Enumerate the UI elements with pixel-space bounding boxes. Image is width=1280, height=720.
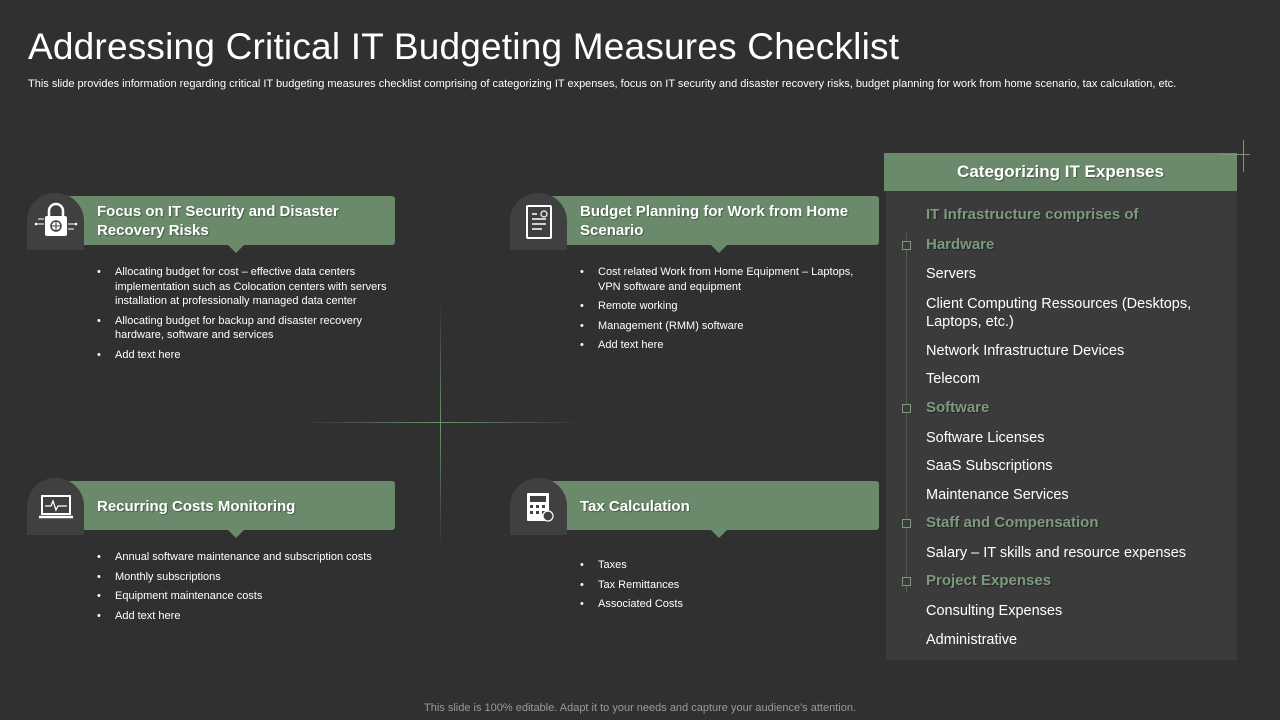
- category-staff: Staff and Compensation: [926, 514, 1099, 531]
- lock-icon: [34, 202, 77, 236]
- list-item: Administrative: [926, 632, 1018, 648]
- list-item: Taxes: [580, 558, 870, 573]
- card-heading: Focus on IT Security and Disaster Recove…: [97, 203, 339, 239]
- list-item: Add text here: [97, 609, 387, 624]
- slide-footer: This slide is 100% editable. Adapt it to…: [424, 702, 856, 714]
- list-item: Cost related Work from Home Equipment – …: [580, 265, 870, 294]
- list-item: Allocating budget for cost – effective d…: [97, 265, 387, 309]
- category-project-expenses: Project Expenses: [926, 572, 1052, 589]
- panel-intro: IT Infrastructure comprises of: [926, 206, 1139, 223]
- list-item: Add text here: [97, 348, 387, 363]
- list-item: Monthly subscriptions: [97, 570, 387, 585]
- list-item: Associated Costs: [580, 597, 870, 612]
- panel-title: Categorizing IT Expenses: [884, 153, 1237, 191]
- list-item: Add text here: [580, 338, 870, 353]
- list-item: Consulting Expenses: [926, 603, 1063, 619]
- list-item: Tax Remittances: [580, 578, 870, 593]
- card-security: Focus on IT Security and Disaster Recove…: [27, 193, 395, 393]
- timeline-dot: [902, 577, 911, 586]
- card-heading: Budget Planning for Work from Home Scena…: [580, 203, 849, 239]
- card-icon-box: [510, 478, 567, 535]
- category-software: Software: [926, 399, 990, 416]
- slide-subtitle: This slide provides information regardin…: [28, 78, 1177, 90]
- list-item: Remote working: [580, 299, 870, 314]
- card-heading: Recurring Costs Monitoring: [97, 497, 296, 515]
- list-item: Servers: [926, 266, 976, 282]
- list-item: Salary – IT skills and resource expenses: [926, 545, 1187, 561]
- list-item: Equipment maintenance costs: [97, 589, 387, 604]
- timeline-dot: [902, 519, 911, 528]
- timeline-dot: [902, 404, 911, 413]
- document-icon: [525, 204, 552, 239]
- laptop-monitor-icon: [38, 494, 73, 518]
- card-bullet-list: Annual software maintenance and subscrip…: [97, 550, 387, 628]
- corner-decoration: [1243, 140, 1244, 172]
- card-tax-calculation: Tax Calculation Taxes Tax Remittances As…: [510, 478, 879, 668]
- calculator-icon: [526, 492, 554, 522]
- card-icon-box: [510, 193, 567, 250]
- list-item: Telecom: [926, 371, 980, 387]
- card-bullet-list: Allocating budget for cost – effective d…: [97, 265, 387, 367]
- card-icon-box: [27, 478, 84, 535]
- card-icon-box: [27, 193, 84, 250]
- list-item: Software Licenses: [926, 430, 1045, 446]
- card-work-from-home: Budget Planning for Work from Home Scena…: [510, 193, 879, 393]
- category-hardware: Hardware: [926, 236, 995, 253]
- timeline-dot: [902, 241, 911, 250]
- list-item: Annual software maintenance and subscrip…: [97, 550, 387, 565]
- card-heading: Tax Calculation: [580, 497, 690, 515]
- list-item: Management (RMM) software: [580, 319, 870, 334]
- list-item: SaaS Subscriptions: [926, 458, 1053, 474]
- center-cross-horizontal: [300, 422, 582, 423]
- card-recurring-costs: Recurring Costs Monitoring Annual softwa…: [27, 478, 395, 668]
- list-item: Network Infrastructure Devices: [926, 343, 1125, 359]
- card-bullet-list: Cost related Work from Home Equipment – …: [580, 265, 870, 358]
- card-bullet-list: Taxes Tax Remittances Associated Costs: [580, 558, 870, 617]
- corner-decoration: [1220, 154, 1250, 155]
- center-cross-vertical: [440, 300, 441, 550]
- list-item: Allocating budget for backup and disaste…: [97, 314, 387, 343]
- slide-title: Addressing Critical IT Budgeting Measure…: [28, 26, 900, 67]
- list-item: Client Computing Ressources (Desktops, L…: [926, 296, 1192, 330]
- list-item: Maintenance Services: [926, 487, 1069, 503]
